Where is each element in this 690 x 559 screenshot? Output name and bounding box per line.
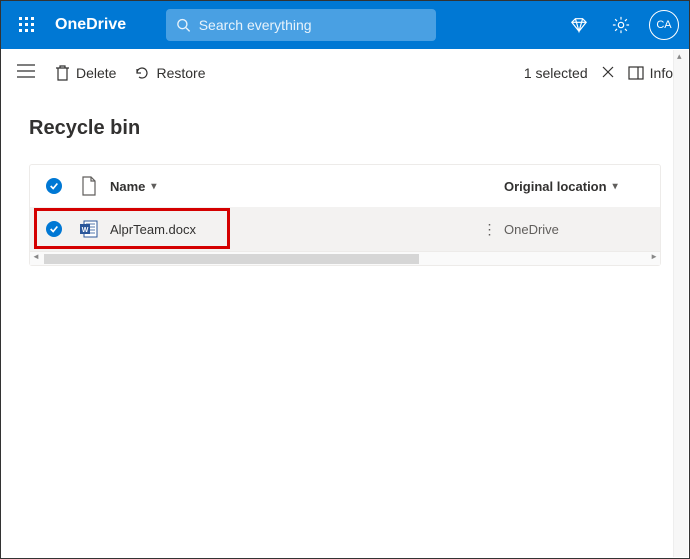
search-box[interactable] <box>166 9 436 41</box>
horizontal-scrollbar[interactable] <box>30 251 660 265</box>
info-pane-icon <box>628 66 644 80</box>
table-row[interactable]: W AlprTeam.docx ⋮ OneDrive <box>30 207 660 251</box>
premium-icon[interactable] <box>565 11 593 39</box>
checkmark-icon <box>46 178 62 194</box>
selection-count: 1 selected <box>524 65 588 81</box>
page-title: Recycle bin <box>29 117 661 140</box>
file-table: Name ▾ Original location ▾ <box>29 164 661 266</box>
search-icon <box>176 17 191 33</box>
chevron-down-icon: ▾ <box>151 181 156 192</box>
delete-button[interactable]: Delete <box>55 65 116 81</box>
table-header-row: Name ▾ Original location ▾ <box>30 165 660 207</box>
clear-selection-button[interactable] <box>598 65 618 81</box>
document-icon <box>81 176 97 196</box>
select-all-checkbox[interactable] <box>46 178 74 194</box>
info-button[interactable]: Info <box>628 65 673 81</box>
trash-icon <box>55 65 70 81</box>
brand-title[interactable]: OneDrive <box>55 16 126 34</box>
command-bar: Delete Restore 1 selected Info <box>1 49 689 97</box>
row-more-actions[interactable]: ⋮ <box>483 221 496 238</box>
svg-text:W: W <box>82 227 89 234</box>
restore-label: Restore <box>156 65 205 81</box>
file-type-icon: W <box>74 220 104 238</box>
column-filetype-icon[interactable] <box>74 176 104 196</box>
restore-button[interactable]: Restore <box>134 65 205 81</box>
chevron-down-icon: ▾ <box>613 181 618 192</box>
info-label: Info <box>650 65 673 81</box>
app-header: OneDrive CA <box>1 1 689 49</box>
main-content: Recycle bin Name ▾ Original location ▾ <box>1 97 689 266</box>
search-input[interactable] <box>199 17 426 33</box>
restore-icon <box>134 65 150 81</box>
app-launcher-icon[interactable] <box>11 9 43 41</box>
word-document-icon: W <box>80 220 98 238</box>
file-location: OneDrive <box>504 222 644 237</box>
row-checkbox[interactable] <box>46 221 74 237</box>
user-avatar[interactable]: CA <box>649 10 679 40</box>
settings-icon[interactable] <box>607 11 635 39</box>
delete-label: Delete <box>76 65 116 81</box>
checkmark-icon <box>46 221 62 237</box>
vertical-scrollbar[interactable] <box>673 50 688 557</box>
file-name[interactable]: AlprTeam.docx <box>104 222 474 237</box>
column-header-name[interactable]: Name ▾ <box>104 179 474 194</box>
column-header-location[interactable]: Original location ▾ <box>504 179 644 194</box>
scrollbar-thumb[interactable] <box>44 254 419 264</box>
hamburger-icon[interactable] <box>17 64 37 83</box>
